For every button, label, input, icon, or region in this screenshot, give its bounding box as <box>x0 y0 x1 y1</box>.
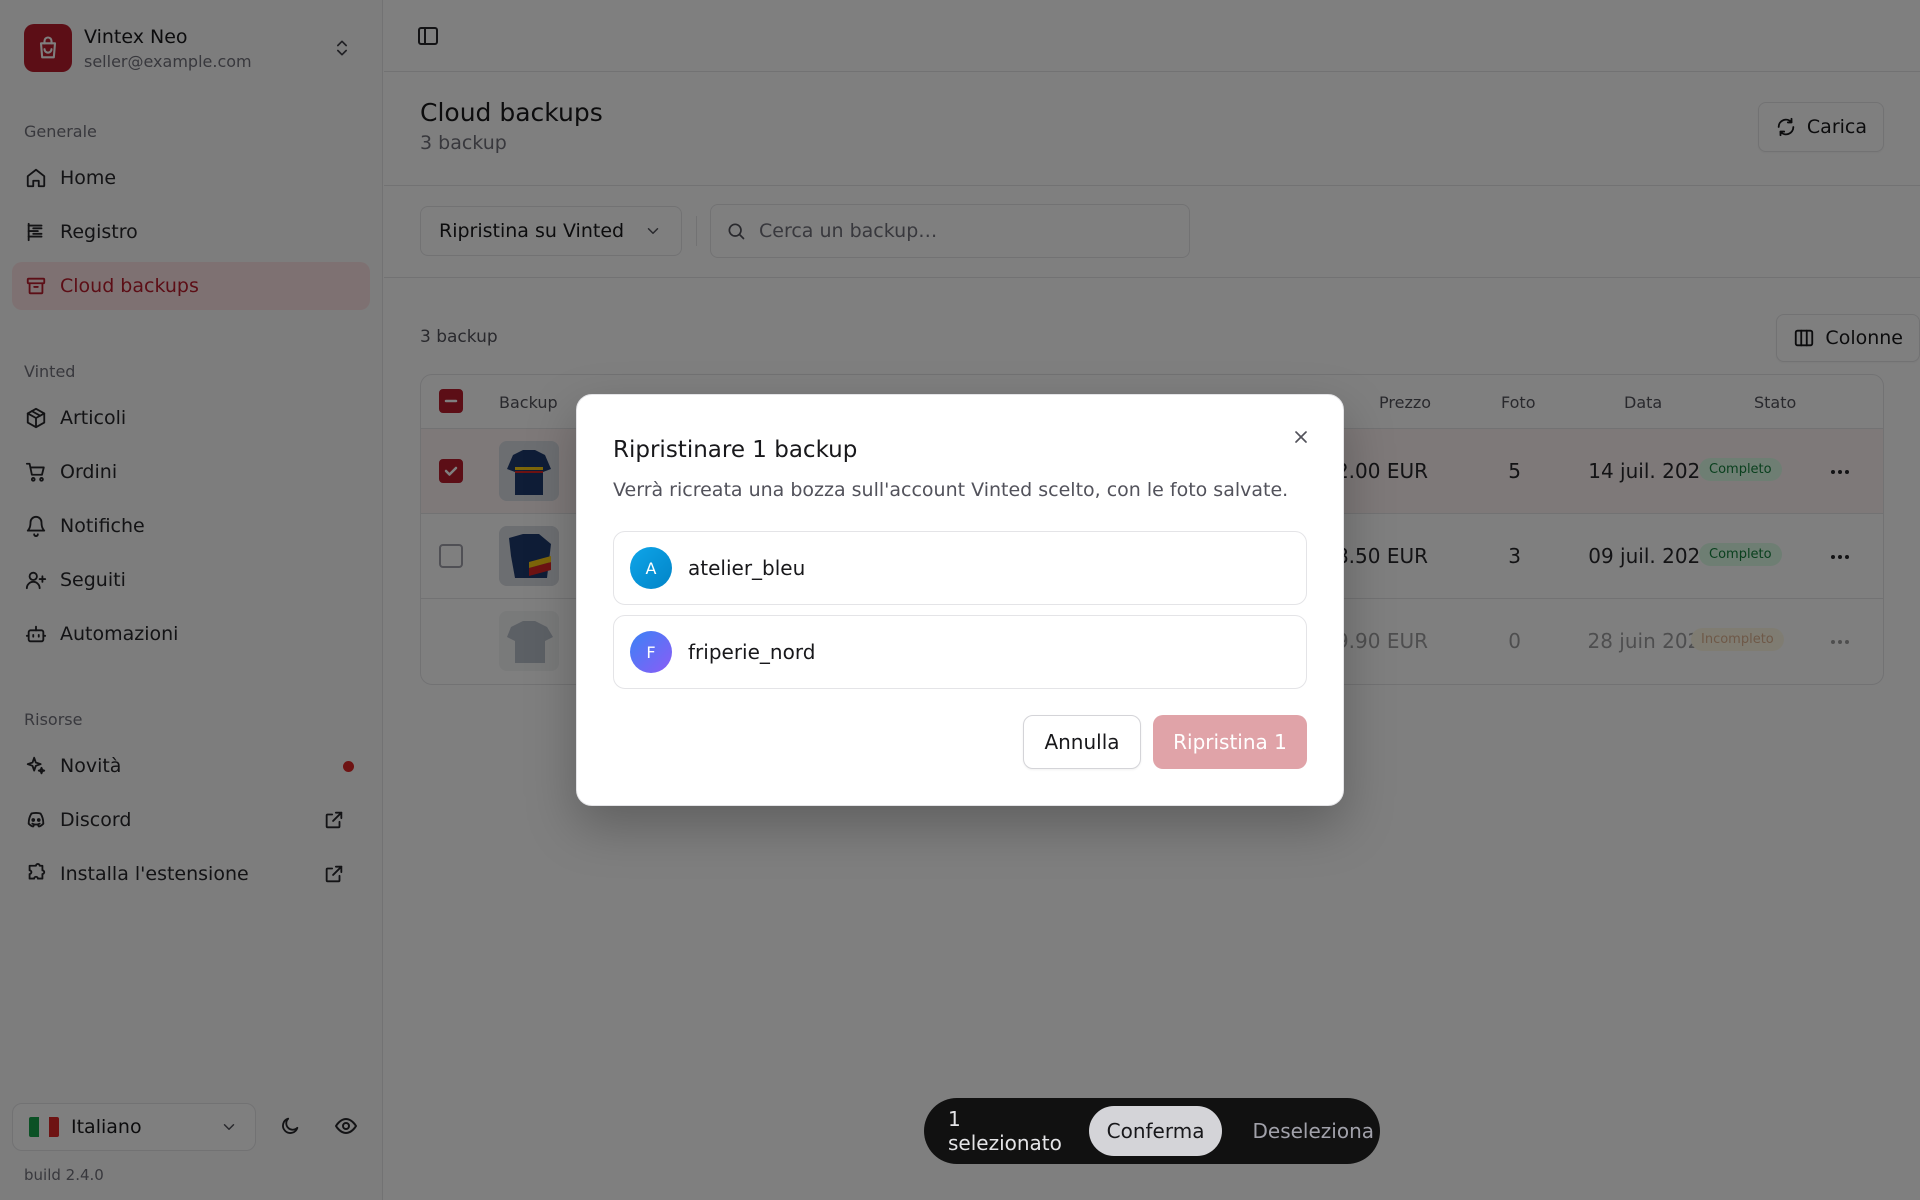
account-option-name: friperie_nord <box>688 640 816 664</box>
close-icon[interactable] <box>1289 425 1313 449</box>
cancel-button[interactable]: Annulla <box>1023 715 1141 769</box>
avatar: F <box>630 631 672 673</box>
dialog-description: Verrà ricreata una bozza sull'account Vi… <box>613 479 1289 501</box>
selection-action-bar: 1 selezionato Conferma Deseleziona <box>924 1098 1380 1164</box>
selection-count: 1 selezionato <box>948 1107 1062 1155</box>
restore-confirm-button[interactable]: Ripristina 1 <box>1153 715 1307 769</box>
account-option-name: atelier_bleu <box>688 556 806 580</box>
restore-dialog: Ripristinare 1 backup Verrà ricreata una… <box>576 394 1344 806</box>
account-option-atelier-bleu[interactable]: A atelier_bleu <box>613 531 1307 605</box>
dialog-title: Ripristinare 1 backup <box>613 437 858 463</box>
deselect-button[interactable]: Deseleziona <box>1252 1119 1374 1143</box>
account-option-friperie-nord[interactable]: F friperie_nord <box>613 615 1307 689</box>
confirm-selection-button[interactable]: Conferma <box>1088 1106 1223 1156</box>
avatar: A <box>630 547 672 589</box>
